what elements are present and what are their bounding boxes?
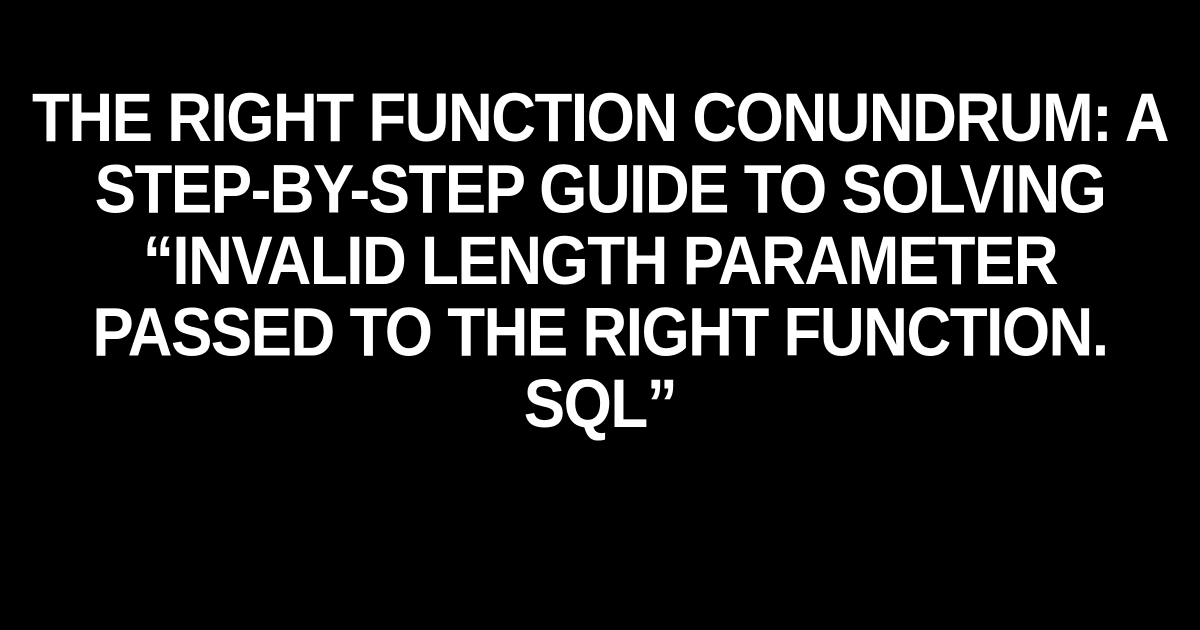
page-title: The RIGHT Function Conundrum: A Step-by-…: [0, 83, 1200, 441]
